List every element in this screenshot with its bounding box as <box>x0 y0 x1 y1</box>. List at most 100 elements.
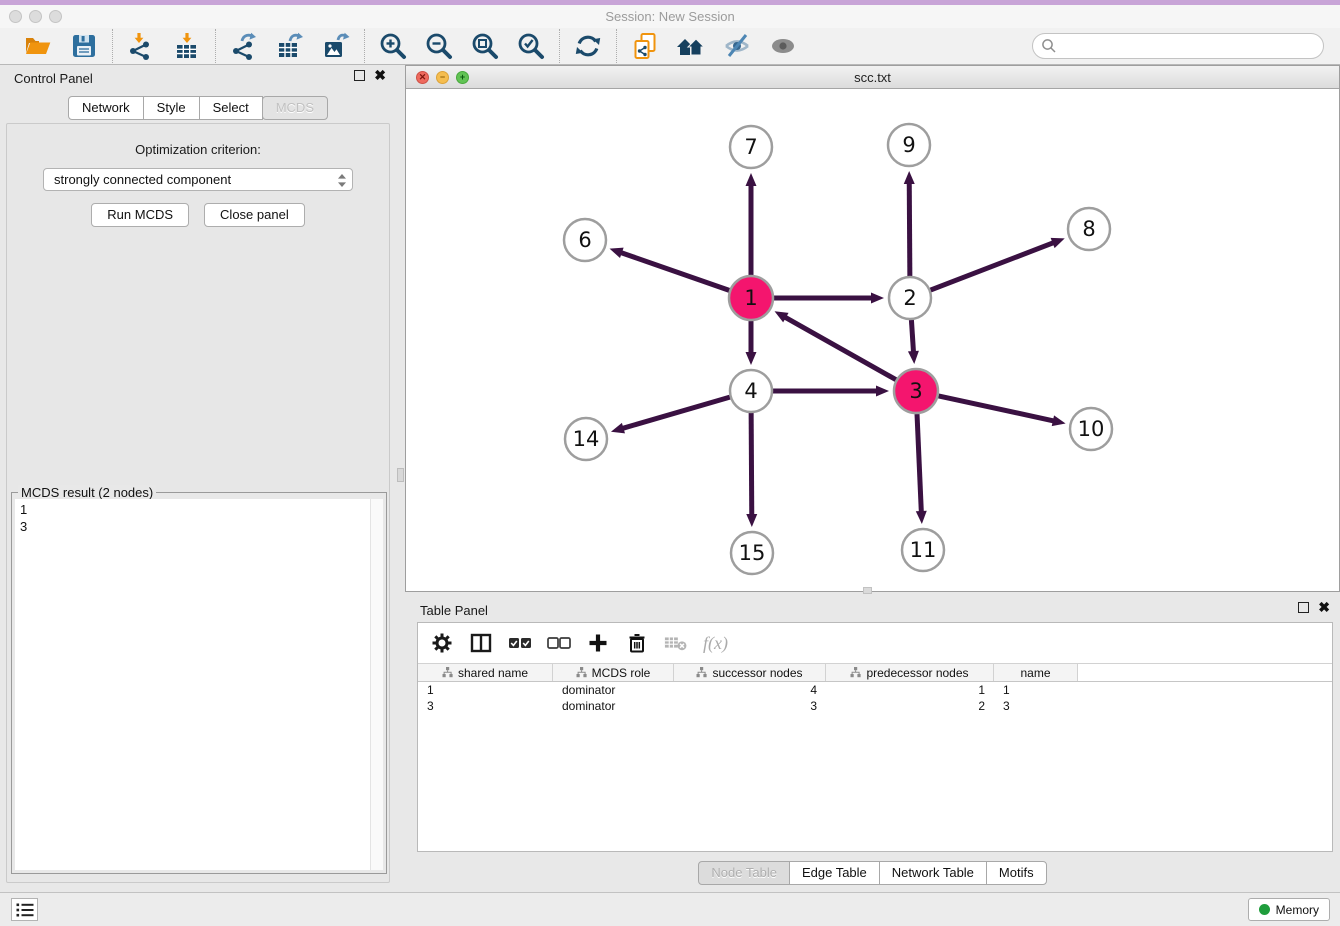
network-view-window: ✕ − + scc.txt 7968124314101511 <box>405 65 1340 592</box>
edge-3-10[interactable] <box>938 396 1054 421</box>
hierarchy-icon <box>850 667 861 678</box>
node-label-8: 8 <box>1082 217 1095 241</box>
table-cell[interactable]: 4 <box>674 682 826 698</box>
table-cell[interactable]: 1 <box>826 682 994 698</box>
save-session-icon[interactable] <box>69 31 99 61</box>
tab-network-table[interactable]: Network Table <box>879 861 987 885</box>
node-label-9: 9 <box>902 133 915 157</box>
edge-4-14[interactable] <box>622 397 730 429</box>
run-mcds-button[interactable]: Run MCDS <box>91 203 189 227</box>
export-network-icon[interactable] <box>229 31 259 61</box>
table-toolbar: f(x) <box>418 623 1332 663</box>
search-input[interactable] <box>1032 33 1324 59</box>
hierarchy-icon <box>576 667 587 678</box>
criterion-dropdown[interactable]: strongly connected component <box>43 168 353 191</box>
search-field <box>1032 33 1324 59</box>
table-cell[interactable]: 1 <box>994 682 1078 698</box>
close-panel-button[interactable]: Close panel <box>204 203 305 227</box>
network-window-titlebar[interactable]: ✕ − + scc.txt <box>406 66 1339 89</box>
show-all-icon[interactable] <box>768 31 798 61</box>
horizontal-splitter-grip[interactable] <box>863 587 872 594</box>
column-label: predecessor nodes <box>866 666 968 680</box>
table-panel: Table Panel ✖ <box>405 596 1340 888</box>
refresh-icon[interactable] <box>573 31 603 61</box>
zoom-fit-icon[interactable] <box>470 31 500 61</box>
table-header-row: shared name MCDS rolesuccessor nodes prede… <box>418 663 1332 682</box>
arrowhead-4-15 <box>746 514 757 527</box>
edge-2-9[interactable] <box>909 182 910 276</box>
float-panel-icon[interactable] <box>1298 602 1309 613</box>
edge-3-11[interactable] <box>917 414 921 513</box>
close-panel-icon[interactable]: ✖ <box>374 70 386 81</box>
table-row[interactable]: 1dominator411 <box>418 682 1332 698</box>
deselect-all-icon[interactable] <box>547 631 571 655</box>
table-cell[interactable]: dominator <box>553 682 674 698</box>
open-file-icon[interactable] <box>23 31 53 61</box>
vertical-splitter[interactable] <box>396 65 405 892</box>
column-header-successor-nodes[interactable]: successor nodes <box>674 664 826 681</box>
export-image-icon[interactable] <box>321 31 351 61</box>
result-scrollbar[interactable] <box>370 499 383 870</box>
node-label-4: 4 <box>744 379 757 403</box>
column-header-name[interactable]: name <box>994 664 1078 681</box>
arrowhead-2-9 <box>904 171 915 184</box>
tab-motifs[interactable]: Motifs <box>986 861 1047 885</box>
table-cell[interactable]: 3 <box>994 698 1078 714</box>
task-history-button[interactable] <box>11 898 38 921</box>
table-cell[interactable]: 3 <box>674 698 826 714</box>
zoom-in-icon[interactable] <box>378 31 408 61</box>
zoom-out-icon[interactable] <box>424 31 454 61</box>
import-network-icon[interactable] <box>126 31 156 61</box>
column-header-predecessor-nodes[interactable]: predecessor nodes <box>826 664 994 681</box>
arrowhead-3-11 <box>916 511 927 524</box>
add-column-icon[interactable] <box>586 631 610 655</box>
table-cell[interactable]: 2 <box>826 698 994 714</box>
node-label-2: 2 <box>903 286 916 310</box>
tab-node-table[interactable]: Node Table <box>698 861 790 885</box>
column-header-MCDS-role[interactable]: MCDS role <box>553 664 674 681</box>
tab-edge-table[interactable]: Edge Table <box>789 861 880 885</box>
tab-network[interactable]: Network <box>68 96 144 120</box>
table-row[interactable]: 3dominator323 <box>418 698 1332 714</box>
tab-select[interactable]: Select <box>199 96 263 120</box>
export-table-icon[interactable] <box>275 31 305 61</box>
first-neighbors-icon[interactable] <box>676 31 706 61</box>
node-label-6: 6 <box>578 228 591 252</box>
edge-1-6[interactable] <box>620 252 729 290</box>
edge-4-15[interactable] <box>751 413 752 516</box>
close-panel-icon[interactable]: ✖ <box>1318 602 1330 613</box>
memory-button[interactable]: Memory <box>1248 898 1330 921</box>
table-cell[interactable]: 3 <box>418 698 553 714</box>
memory-label: Memory <box>1276 903 1319 917</box>
tab-mcds[interactable]: MCDS <box>262 96 328 120</box>
table-cell[interactable]: 1 <box>418 682 553 698</box>
titlebar: Session: New Session <box>0 5 1340 28</box>
network-canvas[interactable]: 7968124314101511 <box>406 89 1339 591</box>
edge-3-1[interactable] <box>784 317 896 380</box>
tab-style[interactable]: Style <box>143 96 200 120</box>
column-header-shared-name[interactable]: shared name <box>418 664 553 681</box>
hide-selected-icon[interactable] <box>722 31 752 61</box>
column-label: shared name <box>458 666 528 680</box>
arrowhead-1-6 <box>610 248 624 258</box>
select-all-icon[interactable] <box>508 631 532 655</box>
node-label-7: 7 <box>744 135 757 159</box>
table-cell[interactable]: dominator <box>553 698 674 714</box>
import-table-icon[interactable] <box>172 31 202 61</box>
mcds-result-text[interactable]: 1 3 <box>15 499 370 870</box>
status-bar: Memory <box>0 892 1340 926</box>
gear-icon[interactable] <box>430 631 454 655</box>
edge-2-3[interactable] <box>911 320 913 353</box>
network-window-title: scc.txt <box>406 70 1339 85</box>
zoom-selected-icon[interactable] <box>516 31 546 61</box>
chevron-updown-icon <box>337 173 347 191</box>
split-panel-icon[interactable] <box>469 631 493 655</box>
delete-column-icon[interactable] <box>625 631 649 655</box>
splitter-grip[interactable] <box>397 468 404 482</box>
float-panel-icon[interactable] <box>354 70 365 81</box>
hierarchy-icon <box>696 667 707 678</box>
node-label-3: 3 <box>909 379 922 403</box>
clone-network-icon[interactable] <box>630 31 660 61</box>
hierarchy-icon <box>442 667 453 678</box>
edge-2-8[interactable] <box>931 242 1055 290</box>
